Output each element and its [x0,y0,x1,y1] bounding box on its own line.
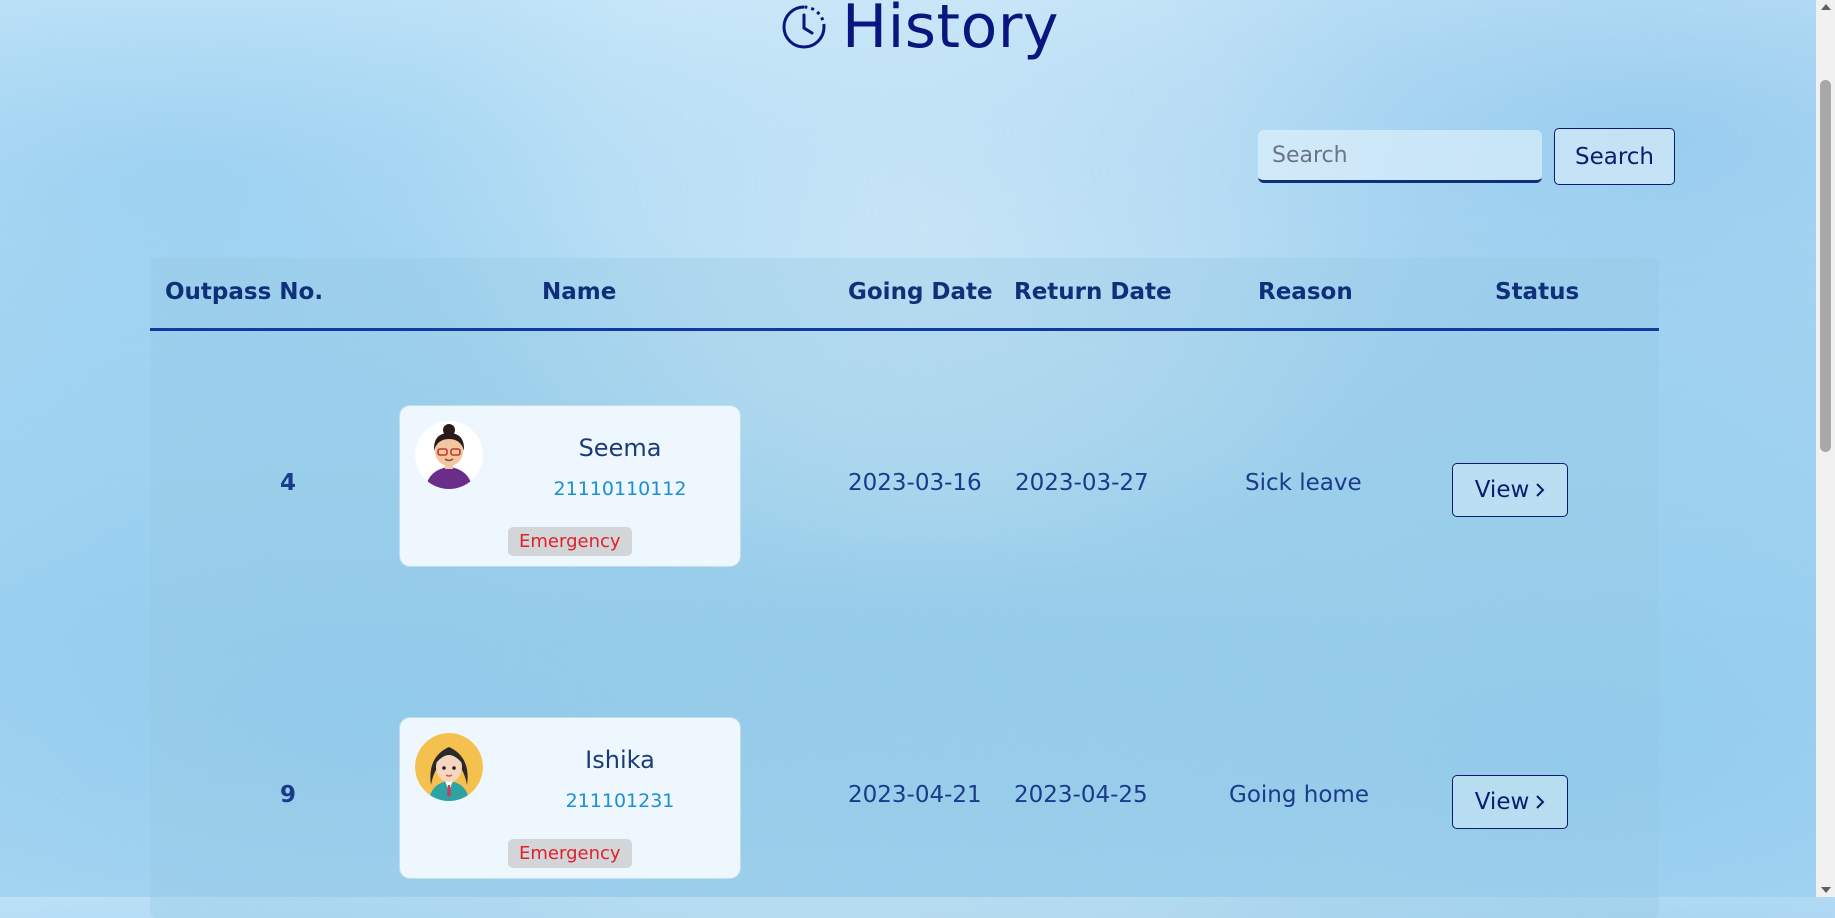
student-card: Ishika 211101231 Emergency [400,718,740,878]
return-date: 2023-03-27 [1015,470,1149,496]
going-date: 2023-03-16 [848,470,982,496]
search-bar: Search [1258,128,1675,185]
student-id: 211101231 [565,790,675,812]
search-input[interactable] [1258,130,1542,183]
page-title: History [780,0,1059,62]
search-button[interactable]: Search [1554,128,1675,185]
emergency-badge: Emergency [508,527,632,556]
column-header-status: Status [1495,279,1580,305]
table-header: Outpass No. Name Going Date Return Date … [150,258,1659,331]
table-row: 4 Seema 21110110112 Emergency 2023-03-16… [150,406,1659,571]
student-name: Ishika [585,746,655,774]
reason: Going home [1229,782,1369,808]
scrollbar-thumb[interactable] [1820,80,1831,452]
view-button-label: View [1474,477,1530,503]
female-avatar-yellow-icon [415,733,483,801]
going-date: 2023-04-21 [848,782,982,808]
scroll-down-arrow-icon[interactable] [1821,887,1831,893]
view-button[interactable]: View [1452,463,1568,517]
outpass-number: 9 [279,782,296,808]
student-name: Seema [578,434,662,462]
vertical-scrollbar[interactable] [1816,0,1835,897]
view-button-label: View [1474,789,1530,815]
column-header-going-date: Going Date [848,279,993,305]
outpass-number: 4 [279,470,296,496]
clock-icon [782,5,826,49]
table-row: 9 Ishika 211101231 Emergency 2023-04-21 … [150,718,1659,883]
reason: Sick leave [1245,470,1362,496]
scroll-up-arrow-icon[interactable] [1821,4,1831,10]
column-header-name: Name [542,279,617,305]
student-card: Seema 21110110112 Emergency [400,406,740,566]
avatar [415,421,483,489]
view-button[interactable]: View [1452,775,1568,829]
history-page: History Search Outpass No. Name Going Da… [0,0,1816,918]
emergency-badge: Emergency [508,839,632,868]
return-date: 2023-04-25 [1014,782,1148,808]
student-id: 21110110112 [553,478,687,500]
column-header-reason: Reason [1258,279,1353,305]
chevron-right-icon [1536,795,1545,809]
chevron-right-icon [1536,483,1545,497]
avatar [415,733,483,801]
page-title-text: History [842,0,1059,62]
column-header-outpass: Outpass No. [165,279,324,305]
history-table: Outpass No. Name Going Date Return Date … [150,258,1659,918]
female-avatar-glasses-icon [415,421,483,489]
column-header-return-date: Return Date [1014,279,1172,305]
